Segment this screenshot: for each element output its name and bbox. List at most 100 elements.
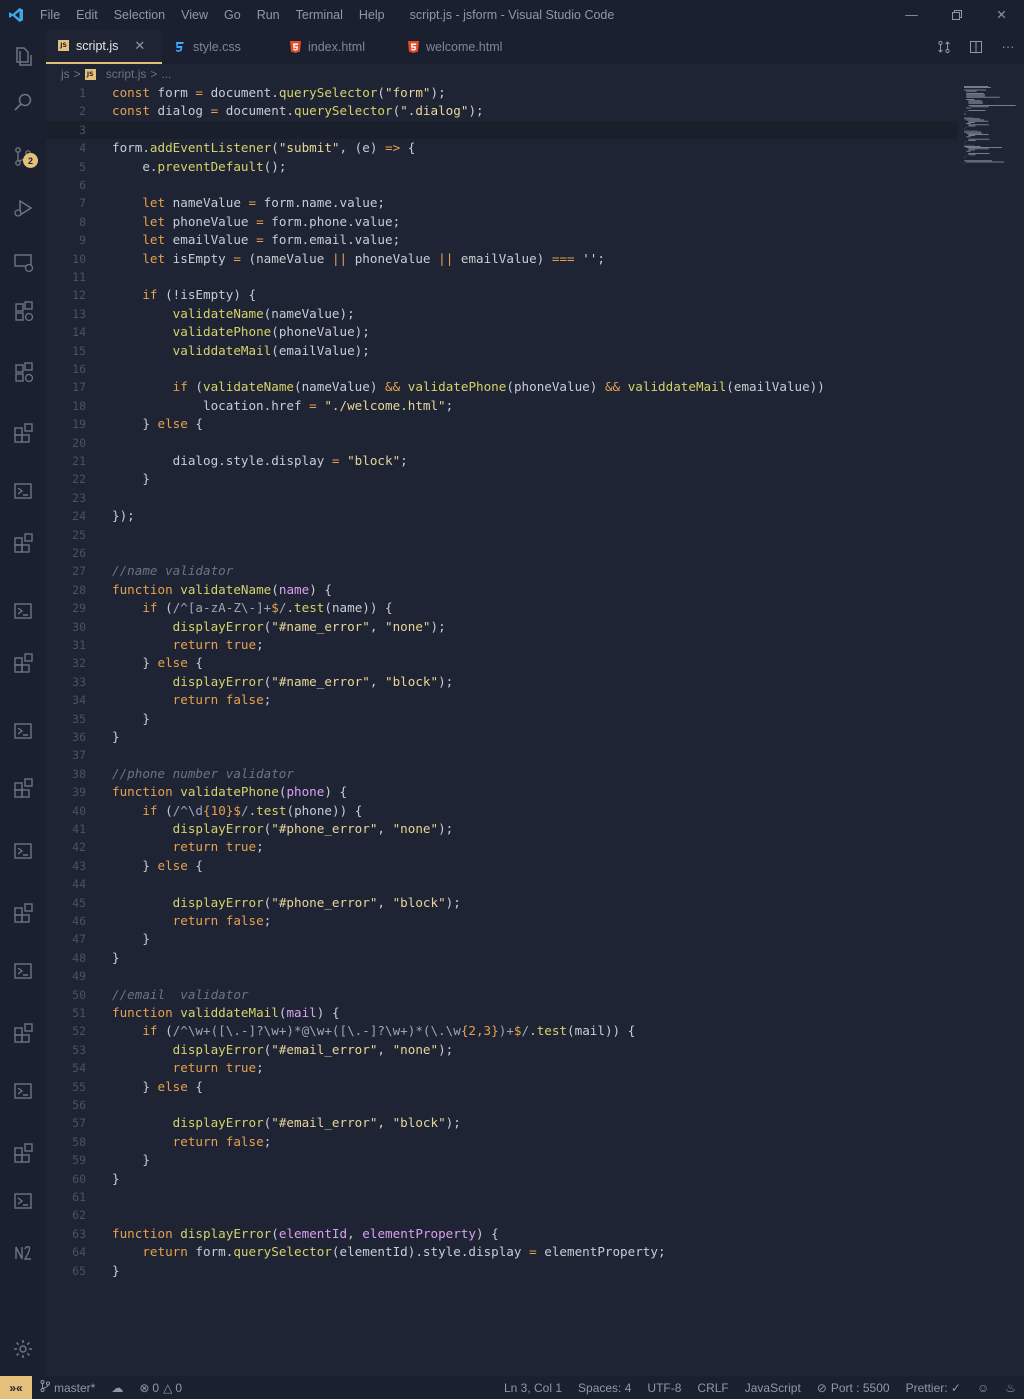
menu-file[interactable]: File — [32, 8, 68, 22]
extension-icon[interactable] — [0, 288, 46, 334]
minimap[interactable] — [958, 84, 1024, 1376]
code-text: } — [112, 1262, 120, 1278]
code-text: displayError("#email_error", "none"); — [172, 1041, 454, 1057]
prettier-status[interactable]: Prettier: ✓ — [898, 1381, 969, 1395]
line-number: 46 — [72, 914, 86, 928]
settings-icon[interactable] — [0, 1326, 46, 1372]
menu-selection[interactable]: Selection — [106, 8, 173, 22]
notes-icon[interactable] — [0, 1229, 46, 1275]
notifications-bell-icon[interactable]: ♨ — [997, 1381, 1024, 1395]
live-server-icon: ⊘ — [816, 1380, 827, 1395]
close-icon[interactable]: ✕ — [134, 38, 145, 54]
extension-icon[interactable] — [0, 349, 46, 395]
code-text: } else { — [112, 655, 204, 671]
terminal-icon[interactable] — [0, 1179, 46, 1225]
minimap-line — [966, 94, 985, 96]
line-number: 26 — [72, 546, 86, 560]
code-text: if (validateName(nameValue) && validateP… — [172, 379, 825, 395]
line-number: 21 — [72, 454, 86, 468]
line-number: 49 — [72, 969, 86, 984]
minimap-line — [964, 160, 993, 162]
encoding[interactable]: UTF-8 — [639, 1381, 689, 1395]
html-file-icon — [408, 40, 419, 53]
code-text: //phone number validator — [112, 765, 294, 781]
error-icon: ⊗ — [139, 1380, 150, 1395]
minimap-line — [966, 126, 967, 128]
line-number: 23 — [72, 490, 86, 505]
feedback-icon[interactable]: ☺ — [969, 1381, 997, 1395]
line-number: 34 — [72, 693, 86, 708]
tab-script-js[interactable]: JS script.js ✕ — [46, 29, 162, 64]
menu-edit[interactable]: Edit — [68, 8, 106, 22]
code-text: return true; — [172, 1060, 264, 1076]
extensions-icon[interactable] — [0, 1129, 46, 1175]
line-number: 65 — [72, 1263, 86, 1278]
split-editor-icon[interactable] — [960, 40, 992, 54]
line-number: 13 — [72, 306, 86, 321]
breadcrumb-symbol[interactable]: ... — [161, 67, 171, 81]
sync-icon[interactable]: ☁ — [103, 1381, 131, 1395]
minimap-line — [964, 86, 989, 87]
code-text: //name validator — [112, 563, 234, 579]
extensions-icon[interactable] — [0, 764, 46, 810]
terminal-icon[interactable] — [0, 709, 46, 755]
terminal-icon[interactable] — [0, 949, 46, 995]
indentation[interactable]: Spaces: 4 — [570, 1381, 639, 1395]
line-number: 15 — [72, 343, 86, 358]
menu-run[interactable]: Run — [249, 8, 288, 22]
code-text: let phoneValue = form.phone.value; — [142, 213, 401, 229]
code-editor[interactable]: 1 const form = document.querySelector("fo… — [46, 84, 958, 1376]
live-server-port[interactable]: ⊘ Port : 5500 — [809, 1381, 898, 1395]
extensions-icon[interactable] — [0, 639, 46, 685]
branch-status[interactable]: master* — [32, 1380, 103, 1395]
tab-label: index.html — [308, 39, 365, 54]
breadcrumb-folder[interactable]: js — [61, 67, 70, 81]
more-actions-icon[interactable]: ··· — [992, 39, 1024, 54]
minimap-line — [966, 111, 967, 112]
menu-help[interactable]: Help — [351, 8, 393, 22]
search-icon[interactable] — [0, 79, 46, 125]
run-debug-icon[interactable] — [0, 184, 46, 230]
extensions-icon[interactable] — [0, 409, 46, 455]
minimize-icon[interactable]: — — [889, 0, 934, 29]
line-number: 29 — [72, 601, 86, 616]
line-number: 43 — [72, 858, 86, 873]
language-mode[interactable]: JavaScript — [737, 1381, 809, 1395]
cursor-position[interactable]: Ln 3, Col 1 — [496, 1381, 570, 1395]
menu-go[interactable]: Go — [216, 8, 249, 22]
extensions-icon[interactable] — [0, 889, 46, 935]
tab-style-css[interactable]: style.css — [162, 29, 290, 64]
vscode-logo-icon — [0, 7, 32, 23]
terminal-icon[interactable] — [0, 829, 46, 875]
remote-indicator-icon[interactable]: »« — [0, 1376, 32, 1399]
minimap-line — [966, 90, 977, 92]
code-text: } — [112, 1152, 150, 1168]
breadcrumb-file[interactable]: script.js — [106, 67, 147, 81]
problems-status[interactable]: ⊗ 0 △ 0 — [131, 1381, 190, 1395]
minimap-line — [966, 141, 967, 142]
tab-index-html[interactable]: index.html — [278, 29, 406, 64]
line-number: 6 — [79, 178, 86, 192]
minimap-line — [966, 96, 1000, 98]
compare-changes-icon[interactable] — [928, 40, 960, 54]
code-text: displayError("#phone_error", "none"); — [172, 821, 454, 836]
extensions-icon[interactable] — [0, 1009, 46, 1055]
explorer-icon[interactable] — [0, 33, 46, 79]
close-window-icon[interactable]: ✕ — [979, 0, 1024, 29]
line-number: 24 — [72, 509, 86, 524]
menu-terminal[interactable]: Terminal — [288, 8, 351, 22]
minimap-line — [966, 132, 983, 134]
tab-welcome-html[interactable]: welcome.html — [396, 29, 548, 64]
terminal-icon[interactable] — [0, 1069, 46, 1115]
terminal-icon[interactable] — [0, 469, 46, 515]
minimap-line — [968, 110, 986, 111]
end-of-line[interactable]: CRLF — [689, 1381, 736, 1395]
minimap-line — [966, 123, 971, 124]
restore-icon[interactable] — [934, 0, 979, 29]
code-text: } — [112, 949, 120, 965]
remote-explorer-icon[interactable] — [0, 239, 46, 285]
terminal-icon[interactable] — [0, 589, 46, 635]
menu-view[interactable]: View — [173, 8, 216, 22]
extensions-icon[interactable] — [0, 519, 46, 565]
warning-icon: △ — [163, 1380, 173, 1395]
